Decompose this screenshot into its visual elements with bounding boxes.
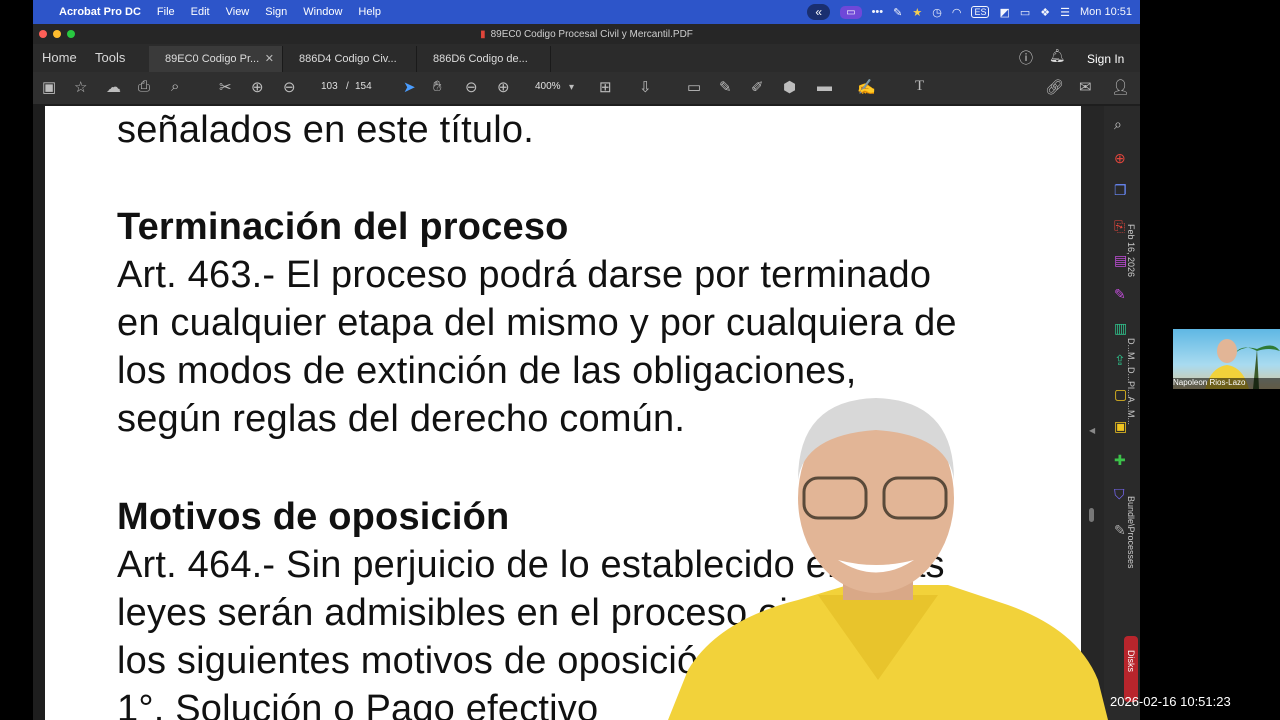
- export-icon[interactable]: ⇪: [1114, 352, 1126, 369]
- doc-tab-label: 886D6 Codigo de...: [433, 53, 528, 65]
- wifi-icon[interactable]: ◠: [952, 6, 962, 19]
- help-icon[interactable]: ⓘ: [1019, 48, 1033, 68]
- title-bar: ▮ 89EC0 Codigo Procesal Civil y Mercanti…: [33, 24, 1140, 44]
- chevron-down-icon[interactable]: ▾: [569, 82, 574, 93]
- input-source-indicator[interactable]: ES: [971, 6, 990, 18]
- fill-sign-icon[interactable]: ✍: [857, 78, 876, 96]
- control-center-icon[interactable]: ☰: [1060, 6, 1070, 19]
- nav-tools[interactable]: Tools: [95, 50, 125, 65]
- export-pdf-icon[interactable]: ⎘: [1114, 218, 1125, 235]
- doc-line: en cualquier etapa del mismo y por cualq…: [117, 302, 957, 344]
- doc-tab-1[interactable]: 89EC0 Codigo Pr... ✕: [149, 46, 283, 72]
- doc-tab-label: 886D4 Codigo Civ...: [299, 53, 397, 65]
- display-icon[interactable]: ◩: [999, 6, 1009, 19]
- scroll-mode-icon[interactable]: ⇩: [639, 78, 652, 96]
- menu-window[interactable]: Window: [303, 6, 342, 18]
- draw-icon[interactable]: ✐: [751, 78, 764, 96]
- doc-line: los siguientes motivos de oposición:: [117, 640, 731, 682]
- doc-tab-3[interactable]: 886D6 Codigo de...: [417, 46, 551, 72]
- script-icon[interactable]: ✎: [893, 6, 902, 19]
- battery-icon[interactable]: ▭: [1020, 6, 1030, 19]
- menu-app-name[interactable]: Acrobat Pro DC: [59, 6, 141, 18]
- doc-line: Art. 463.- El proceso podrá darse por te…: [117, 254, 932, 296]
- dropbox-icon[interactable]: ❖: [1040, 6, 1050, 19]
- menu-sign[interactable]: Sign: [265, 6, 287, 18]
- tab-bar: Home Tools 89EC0 Codigo Pr... ✕ 886D4 Co…: [33, 44, 1140, 72]
- zoom-level-select[interactable]: 400%: [535, 81, 561, 92]
- doc-tab-2[interactable]: 886D4 Codigo Civ...: [283, 46, 417, 72]
- more-tools-icon[interactable]: ✎: [1114, 522, 1126, 539]
- redact-icon[interactable]: ▬: [817, 78, 832, 95]
- doc-line: según reglas del derecho común.: [117, 398, 686, 440]
- doc-line: 1°. Solución o Pago efectivo: [117, 688, 599, 720]
- pdf-file-icon: ▮: [480, 28, 486, 40]
- stamp-icon[interactable]: ⬢: [783, 78, 796, 96]
- nav-home[interactable]: Home: [42, 50, 77, 65]
- edit-pdf-icon[interactable]: ✎: [1114, 286, 1126, 303]
- menubar-clock[interactable]: Mon 10:51: [1080, 6, 1132, 18]
- page-total: 154: [355, 81, 372, 92]
- page-number-input[interactable]: 103: [321, 81, 338, 92]
- stack-label: D...M...D...Pl...A...M...: [1126, 338, 1136, 426]
- select-cursor-icon[interactable]: ➤: [403, 78, 416, 96]
- scissors-icon[interactable]: ✂: [219, 78, 232, 96]
- protect-icon[interactable]: ✚: [1114, 452, 1126, 469]
- presenter-video: [668, 398, 1108, 720]
- participant-thumbnail[interactable]: Napoleon Rios-Lazo: [1173, 329, 1280, 389]
- comment-icon[interactable]: ▭: [687, 78, 701, 96]
- menu-bar: Acrobat Pro DC File Edit View Sign Windo…: [33, 0, 1140, 24]
- search-icon[interactable]: ⌕: [171, 78, 179, 95]
- participant-name: Napoleon Rios-Lazo: [1173, 378, 1280, 389]
- minimize-window-button[interactable]: [53, 30, 61, 38]
- right-tools-panel: ⌕ ⊕ ❐ ⎘ ▤ ✎ ▥ ⇪ ▢ ▣ ✚ ⛉ ✎ Feb 16, 2026 D…: [1104, 106, 1140, 720]
- shield-icon[interactable]: ⛉: [1114, 486, 1125, 503]
- window-title: 89EC0 Codigo Procesal Civil y Mercantil.…: [490, 28, 693, 40]
- menu-view[interactable]: View: [226, 6, 250, 18]
- section-heading: Terminación del proceso: [117, 206, 569, 248]
- date-label: Feb 16, 2026: [1126, 224, 1136, 278]
- section-heading: Motivos de oposición: [117, 496, 510, 538]
- zoom-search-icon[interactable]: ⌕: [1114, 116, 1122, 133]
- zoom-out-icon[interactable]: ⊖: [465, 78, 478, 96]
- highlight-pen-icon[interactable]: ✎: [719, 78, 732, 96]
- page-separator: /: [346, 81, 349, 92]
- menu-file[interactable]: File: [157, 6, 175, 18]
- history-icon[interactable]: ◷: [932, 6, 942, 19]
- hand-tool-icon[interactable]: ✋︎: [433, 78, 442, 95]
- screen-share-icon[interactable]: ▭: [840, 5, 862, 19]
- link-icon[interactable]: 🔗︎: [1045, 78, 1064, 96]
- email-icon[interactable]: ✉: [1079, 78, 1092, 96]
- fit-page-icon[interactable]: ⊞: [599, 78, 612, 96]
- status-tray: « ▭ ••• ✎ ★ ◷ ◠ ES ◩ ▭ ❖ ☰ Mon 10:51: [807, 0, 1132, 24]
- disks-label: Disks: [1126, 650, 1136, 672]
- fill-sign-panel-icon[interactable]: ▥: [1114, 320, 1127, 337]
- recording-timestamp: 2026-02-16 10:51:23: [1110, 694, 1231, 709]
- zoom-in-icon[interactable]: ⊕: [497, 78, 510, 96]
- zoom-window-button[interactable]: [67, 30, 75, 38]
- add-text-icon[interactable]: T: [915, 78, 924, 95]
- combine-files-icon[interactable]: ❐: [1114, 182, 1127, 199]
- menu-edit[interactable]: Edit: [191, 6, 210, 18]
- sign-in-button[interactable]: Sign In: [1087, 52, 1124, 66]
- bundle-processes-label: Bundle\Processes: [1126, 496, 1136, 569]
- menu-help[interactable]: Help: [358, 6, 381, 18]
- disks-button[interactable]: Disks: [1124, 636, 1138, 702]
- notifications-icon[interactable]: 🔔︎: [1049, 48, 1066, 64]
- save-icon[interactable]: ▣: [42, 78, 56, 96]
- create-pdf-icon[interactable]: ⊕: [1114, 150, 1126, 167]
- add-user-icon[interactable]: 👤︎: [1111, 78, 1130, 96]
- print-icon[interactable]: ⎙: [138, 78, 150, 95]
- bookmark-star-icon[interactable]: ☆: [74, 78, 87, 96]
- more-icon[interactable]: •••: [872, 6, 884, 18]
- close-window-button[interactable]: [39, 30, 47, 38]
- previous-page-icon[interactable]: ⊕: [251, 78, 264, 96]
- toolbar: ▣ ☆ ☁ ⎙ ⌕ ✂ ⊕ ⊖ 103 / 154 ➤ ✋︎ ⊖ ⊕ 400% …: [33, 72, 1140, 104]
- collapse-icon[interactable]: «: [807, 4, 831, 20]
- next-page-icon[interactable]: ⊖: [283, 78, 296, 96]
- doc-line: señalados en este título.: [117, 109, 534, 151]
- star-icon[interactable]: ★: [912, 6, 922, 19]
- doc-tab-label: 89EC0 Codigo Pr...: [165, 53, 260, 65]
- upload-cloud-icon[interactable]: ☁: [106, 78, 121, 96]
- close-tab-icon[interactable]: ✕: [265, 52, 274, 65]
